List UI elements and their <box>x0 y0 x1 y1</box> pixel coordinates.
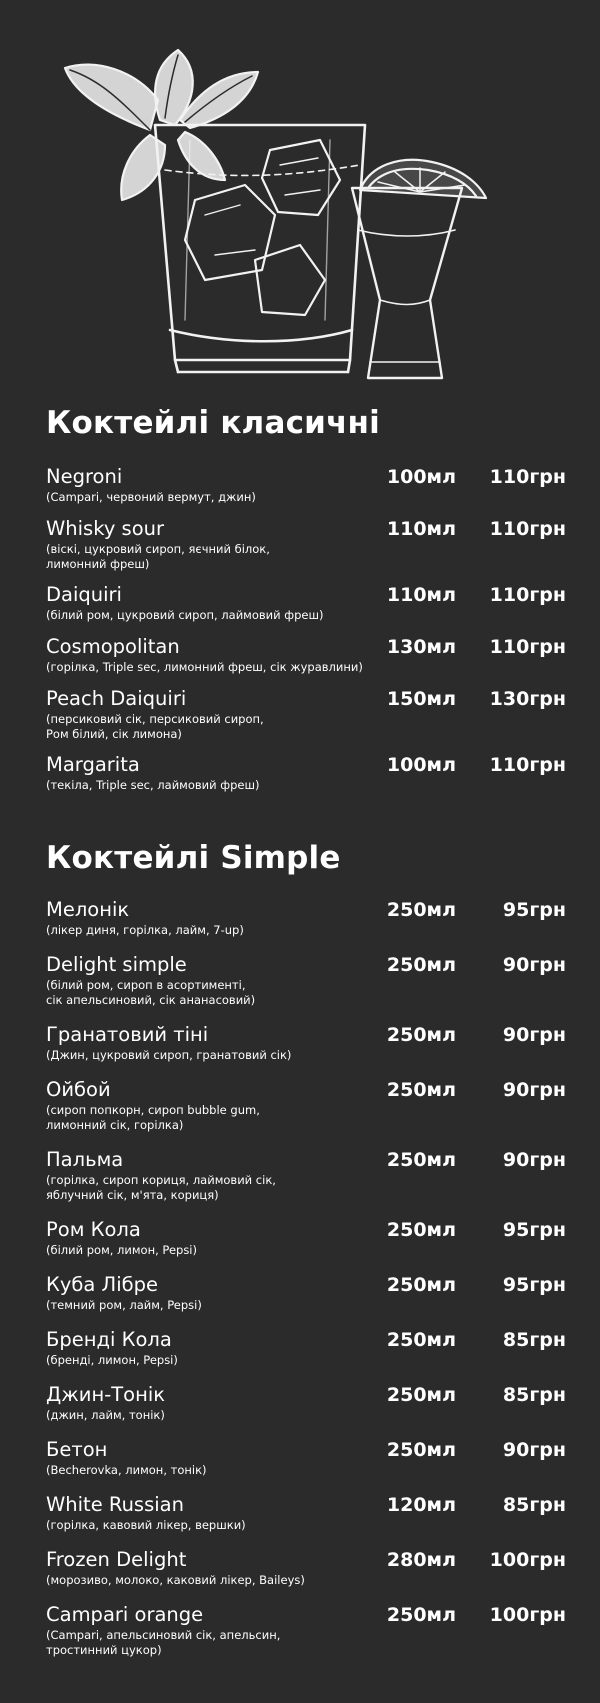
item-description: (горілка, сироп кориця, лаймовий сік, яб… <box>46 1173 276 1202</box>
item-description: (білий ром, лимон, Pepsi) <box>46 1243 197 1257</box>
item-volume: 120мл <box>386 1494 456 1516</box>
item-price: 95грн <box>502 899 566 921</box>
item-volume: 250мл <box>386 1384 456 1406</box>
item-description: (темний ром, лайм, Pepsi) <box>46 1298 202 1312</box>
item-price: 85грн <box>502 1384 566 1406</box>
item-volume: 250мл <box>386 1024 456 1046</box>
menu-item: Гранатовий тіні (Джин, цукровий сироп, г… <box>46 1024 566 1063</box>
menu-item: Delight simple (білий ром, сироп в асорт… <box>46 954 566 1008</box>
menu-item: Ром Кола (білий ром, лимон, Pepsi) 250мл… <box>46 1219 566 1258</box>
item-price: 110грн <box>489 754 566 776</box>
item-volume: 250мл <box>386 1439 456 1461</box>
item-description: (горілка, кавовий лікер, вершки) <box>46 1518 246 1532</box>
menu-item: Daiquiri (білий ром, цукровий сироп, лай… <box>46 584 566 623</box>
menu-item: Margarita (текіла, Triple sec, лаймовий … <box>46 754 566 793</box>
item-description: (Becherovka, лимон, тонік) <box>46 1463 207 1477</box>
item-volume: 250мл <box>386 899 456 921</box>
item-volume: 280мл <box>386 1549 456 1571</box>
menu-item: Cosmopolitan (горілка, Triple sec, лимон… <box>46 636 566 675</box>
item-description: (Campari, апельсиновий сік, апельсин, тр… <box>46 1628 281 1657</box>
item-price: 85грн <box>502 1494 566 1516</box>
menu-item: Джин-Тонік (джин, лайм, тонік) 250мл 85г… <box>46 1384 566 1423</box>
menu-item: Пальма (горілка, сироп кориця, лаймовий … <box>46 1149 566 1203</box>
item-price: 110грн <box>489 518 566 540</box>
menu-item: Мелонік (лікер диня, горілка, лайм, 7-up… <box>46 899 566 938</box>
item-description: (лікер диня, горілка, лайм, 7-up) <box>46 923 244 937</box>
item-description: (бренді, лимон, Pepsi) <box>46 1353 178 1367</box>
menu-item: Negroni (Campari, червоний вермут, джин)… <box>46 466 566 505</box>
item-volume: 250мл <box>386 1329 456 1351</box>
item-volume: 250мл <box>386 1079 456 1101</box>
item-price: 90грн <box>502 1439 566 1461</box>
menu-item: Бренді Кола (бренді, лимон, Pepsi) 250мл… <box>46 1329 566 1368</box>
item-description: (сироп попкорн, сироп bubble gum, лимонн… <box>46 1103 260 1132</box>
item-description: (білий ром, цукровий сироп, лаймовий фре… <box>46 608 324 622</box>
item-price: 90грн <box>502 954 566 976</box>
item-description: (віскі, цукровий сироп, яєчний білок, ли… <box>46 542 270 571</box>
item-description: (Джин, цукровий сироп, гранатовий сік) <box>46 1048 292 1062</box>
shot-glass-icon <box>350 186 464 380</box>
menu-item: Whisky sour (віскі, цукровий сироп, яєчн… <box>46 518 566 572</box>
item-volume: 110мл <box>386 518 456 540</box>
item-volume: 110мл <box>386 584 456 606</box>
lime-slice-icon <box>358 158 488 200</box>
item-volume: 250мл <box>386 1149 456 1171</box>
item-price: 95грн <box>502 1274 566 1296</box>
item-volume: 130мл <box>386 636 456 658</box>
menu-item: Peach Daiquiri (персиковий сік, персиков… <box>46 688 566 742</box>
menu-item: Ойбой (сироп попкорн, сироп bubble gum, … <box>46 1079 566 1133</box>
menu-item: White Russian (горілка, кавовий лікер, в… <box>46 1494 566 1533</box>
item-volume: 100мл <box>386 754 456 776</box>
item-price: 90грн <box>502 1149 566 1171</box>
item-price: 90грн <box>502 1079 566 1101</box>
item-description: (горілка, Triple sec, лимонний фреш, сік… <box>46 660 363 674</box>
section-title-simple: Коктейлі Simple <box>46 840 341 876</box>
section-title-classic: Коктейлі класичні <box>46 405 381 441</box>
item-description: (білий ром, сироп в асортименті, сік апе… <box>46 978 256 1007</box>
item-volume: 250мл <box>386 954 456 976</box>
item-price: 110грн <box>489 636 566 658</box>
item-volume: 150мл <box>386 688 456 710</box>
menu-item: Campari orange (Campari, апельсиновий сі… <box>46 1604 566 1658</box>
item-volume: 250мл <box>386 1604 456 1626</box>
menu-item: Куба Лібре (темний ром, лайм, Pepsi) 250… <box>46 1274 566 1313</box>
item-price: 100грн <box>489 1549 566 1571</box>
menu-item: Frozen Delight (морозиво, молоко, какови… <box>46 1549 566 1588</box>
item-volume: 250мл <box>386 1219 456 1241</box>
menu-item: Бетон (Becherovka, лимон, тонік) 250мл 9… <box>46 1439 566 1478</box>
cocktail-illustration <box>0 0 600 395</box>
item-description: (джин, лайм, тонік) <box>46 1408 165 1422</box>
item-description: (морозиво, молоко, каковий лікер, Bailey… <box>46 1573 305 1587</box>
item-description: (Campari, червоний вермут, джин) <box>46 490 256 504</box>
item-description: (текіла, Triple sec, лаймовий фреш) <box>46 778 260 792</box>
item-price: 95грн <box>502 1219 566 1241</box>
item-description: (персиковий сік, персиковий сироп, Ром б… <box>46 712 264 741</box>
item-price: 110грн <box>489 466 566 488</box>
rocks-glass-icon <box>153 123 367 374</box>
item-price: 110грн <box>489 584 566 606</box>
item-volume: 250мл <box>386 1274 456 1296</box>
item-price: 90грн <box>502 1024 566 1046</box>
item-volume: 100мл <box>386 466 456 488</box>
item-price: 85грн <box>502 1329 566 1351</box>
item-price: 100грн <box>489 1604 566 1626</box>
item-price: 130грн <box>489 688 566 710</box>
